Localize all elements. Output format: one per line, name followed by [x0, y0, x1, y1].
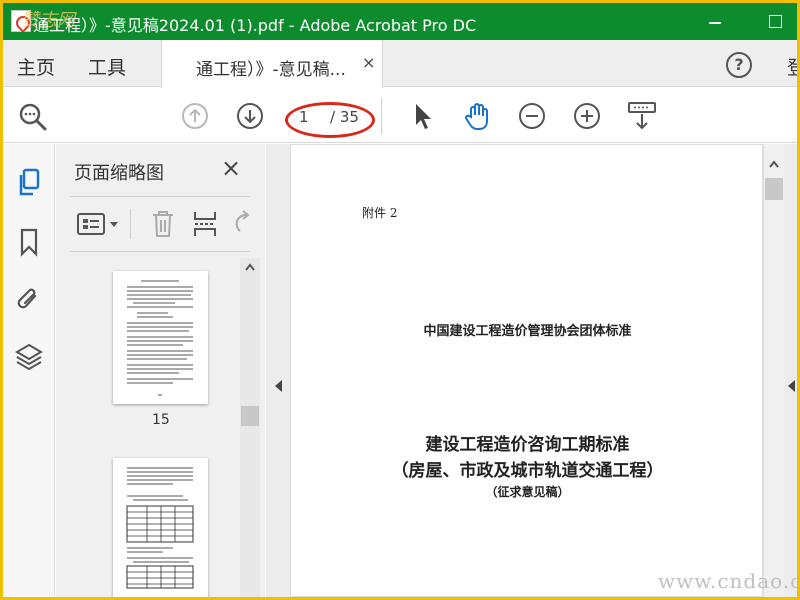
zoom-in-icon[interactable] — [573, 102, 601, 130]
hand-tool-icon[interactable] — [462, 100, 494, 132]
doc-title-line2: （房屋、市政及城市轨道交通工程） — [391, 461, 664, 481]
tab-bar: 主页 工具 通工程）》-意见稿... × ? 登 — [3, 40, 797, 88]
page-total: / 35 — [330, 108, 359, 126]
thumbnail-page-15-content — [127, 280, 193, 396]
doc-organization: 中国建设工程造价管理协会团体标准 — [423, 324, 632, 339]
acrobat-window: 赞志网 通工程）》-意见稿2024.01 (1).pdf - Adobe Acr… — [3, 3, 797, 597]
toolbar: 1 / 35 — [3, 88, 797, 143]
search-zoom-icon[interactable] — [17, 101, 49, 133]
document-scrollbar[interactable] — [763, 144, 784, 597]
doc-annex-label: 附件 2 — [362, 206, 398, 220]
doc-title-line1: 建设工程造价咨询工期标准 — [425, 435, 630, 455]
minimize-button[interactable] — [703, 10, 727, 32]
scroll-mode-icon[interactable] — [627, 100, 657, 132]
tab-home[interactable]: 主页 — [17, 53, 55, 80]
site-watermark: www.cndao.com — [658, 569, 797, 593]
thumbnail-page-label: 15 — [152, 412, 170, 428]
navigation-rail — [3, 144, 55, 597]
prev-page-icon[interactable] — [181, 102, 209, 130]
document-scroll-thumb[interactable] — [765, 178, 783, 200]
window-title: 通工程）》-意见稿2024.01 (1).pdf - Adobe Acrobat… — [33, 16, 477, 35]
delete-page-icon[interactable] — [150, 209, 176, 239]
thumbnails-scrollbar[interactable] — [240, 258, 260, 597]
thumbnail-page-16[interactable] — [113, 458, 208, 597]
tab-document-label: 通工程）》-意见稿... — [196, 60, 346, 80]
thumbnails-panel: 页面缩略图 × 15 — [56, 144, 265, 597]
chevron-right-icon — [788, 380, 795, 392]
document-viewport: 附件 2 中国建设工程造价管理协会团体标准 建设工程造价咨询工期标准 （房屋、市… — [266, 144, 797, 597]
thumbnails-scroll-thumb[interactable] — [241, 406, 259, 426]
chevron-left-icon — [275, 380, 282, 392]
insert-page-icon[interactable] — [192, 209, 218, 239]
maximize-button[interactable] — [763, 10, 787, 32]
help-icon[interactable]: ? — [726, 52, 752, 78]
document-page: 附件 2 中国建设工程造价管理协会团体标准 建设工程造价咨询工期标准 （房屋、市… — [290, 144, 763, 597]
doc-title-line3: （征求意见稿） — [485, 485, 570, 499]
page-number-input[interactable]: 1 — [299, 108, 309, 126]
next-page-icon[interactable] — [236, 102, 264, 130]
tab-tools[interactable]: 工具 — [88, 53, 126, 80]
attachment-icon[interactable] — [15, 284, 43, 314]
doc-scroll-up-arrow-icon[interactable] — [768, 159, 780, 169]
thumbnails-subtoolbar — [70, 196, 250, 252]
bookmark-icon[interactable] — [17, 227, 41, 257]
collapse-left-pane[interactable] — [266, 144, 290, 597]
tab-document[interactable]: 通工程）》-意见稿... × — [161, 40, 383, 88]
page-thumbnails-icon[interactable] — [15, 168, 43, 198]
thumbnails-panel-title: 页面缩略图 — [74, 163, 164, 184]
thumbnail-page-15[interactable] — [113, 271, 208, 404]
subtoolbar-divider — [130, 209, 131, 239]
login-link[interactable]: 登 — [787, 53, 797, 80]
scroll-up-arrow-icon[interactable] — [244, 262, 256, 272]
tab-close-button[interactable]: × — [362, 53, 375, 72]
layers-icon[interactable] — [14, 342, 44, 372]
thumbnails-close-button[interactable]: × — [221, 154, 241, 182]
toolbar-divider — [381, 98, 382, 134]
title-bar: 赞志网 通工程）》-意见稿2024.01 (1).pdf - Adobe Acr… — [3, 3, 797, 40]
select-pointer-icon[interactable] — [411, 101, 435, 131]
thumbnail-page-16-content — [126, 467, 194, 589]
rotate-page-icon[interactable] — [232, 209, 252, 239]
zoom-out-icon[interactable] — [518, 102, 546, 130]
collapse-right-pane[interactable] — [784, 144, 797, 597]
thumbnail-options-icon[interactable] — [76, 210, 122, 238]
